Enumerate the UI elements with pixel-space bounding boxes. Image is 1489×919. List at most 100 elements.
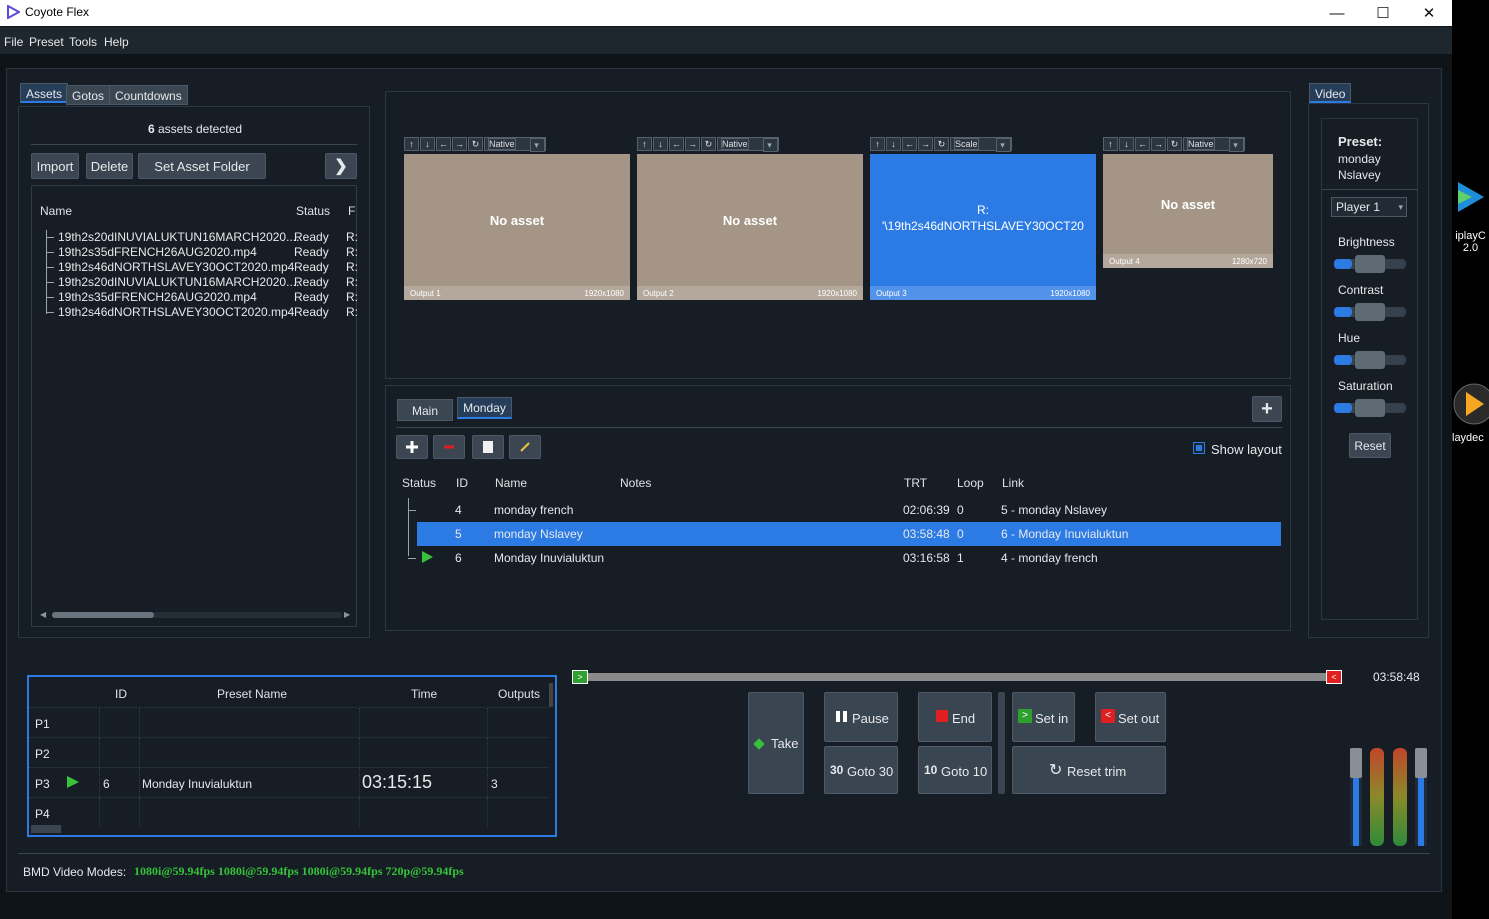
- output-4-mode-select[interactable]: Native ▾: [1183, 137, 1245, 152]
- preset-row[interactable]: P3 6 Monday Inuvialuktun 03:15:15 3: [29, 767, 549, 798]
- output-3-preview[interactable]: R: '\19th2s46dNORTHSLAVEY30OCT20 Output 3…: [870, 154, 1096, 300]
- output-tool-icon[interactable]: ↻: [1167, 137, 1182, 151]
- col-f[interactable]: F: [348, 204, 355, 218]
- col-loop[interactable]: Loop: [957, 476, 984, 490]
- menu-file[interactable]: File: [4, 35, 23, 49]
- edit-item-icon[interactable]: [509, 435, 541, 459]
- col-trt[interactable]: TRT: [904, 476, 927, 490]
- pause-button[interactable]: Pause: [824, 692, 898, 742]
- output-tool-icon[interactable]: ←: [669, 137, 684, 151]
- playlist-row[interactable]: 4 monday french 02:06:39 0 5 - monday Nslave…: [398, 498, 1281, 522]
- col-outputs[interactable]: Outputs: [498, 687, 540, 701]
- output-1-mode-select[interactable]: Native ▾: [484, 137, 546, 152]
- output-tool-icon[interactable]: ←: [902, 137, 917, 151]
- col-status[interactable]: Status: [402, 476, 436, 490]
- show-layout-checkbox[interactable]: [1193, 442, 1205, 454]
- col-link[interactable]: Link: [1002, 476, 1024, 490]
- volume-fader-right[interactable]: [1415, 748, 1427, 846]
- slider-brightness[interactable]: [1334, 255, 1406, 273]
- copy-item-icon[interactable]: [472, 435, 504, 459]
- goto-10-button[interactable]: 10 Goto 10: [918, 746, 992, 794]
- tab-gotos[interactable]: Gotos: [66, 85, 111, 105]
- col-status[interactable]: Status: [296, 204, 330, 218]
- add-item-icon[interactable]: [396, 435, 428, 459]
- output-2-preview[interactable]: No asset Output 2 1920x1080: [637, 154, 863, 300]
- playlist-row[interactable]: 5 monday Nslavey 03:58:48 0 6 - Monday Inuvi…: [417, 522, 1281, 546]
- horizontal-scrollbar[interactable]: ◀ ▶: [40, 610, 352, 620]
- output-tool-icon[interactable]: ↓: [886, 137, 901, 151]
- desktop-app-icon[interactable]: [1454, 180, 1488, 214]
- output-tool-icon[interactable]: ↑: [1103, 137, 1118, 151]
- menu-preset[interactable]: Preset: [29, 35, 64, 49]
- player-select[interactable]: Player 1 ▾: [1331, 197, 1407, 217]
- col-notes[interactable]: Notes: [620, 476, 651, 490]
- scrollbar[interactable]: [549, 683, 553, 707]
- output-tool-icon[interactable]: ←: [1135, 137, 1150, 151]
- fader-knob[interactable]: [1350, 748, 1362, 778]
- col-name[interactable]: Name: [40, 204, 72, 218]
- take-button[interactable]: Take: [748, 692, 804, 794]
- next-arrow-icon[interactable]: ❯: [325, 153, 357, 179]
- col-preset-id[interactable]: ID: [115, 687, 127, 701]
- add-playlist-icon[interactable]: +: [1252, 396, 1282, 422]
- output-tool-icon[interactable]: →: [918, 137, 933, 151]
- slider-knob[interactable]: [1355, 351, 1385, 369]
- output-3-mode-select[interactable]: Scale ▾: [950, 137, 1012, 152]
- playdeck-icon[interactable]: [1452, 380, 1489, 426]
- asset-row[interactable]: 19th2s20dINUVIALUKTUN16MARCH2020.... Read…: [32, 230, 358, 245]
- slider-knob[interactable]: [1355, 255, 1385, 273]
- tab-video[interactable]: Video: [1309, 83, 1351, 103]
- asset-row[interactable]: 19th2s35dFRENCH26AUG2020.mp4 Ready R:: [32, 245, 358, 260]
- col-preset-name[interactable]: Preset Name: [217, 687, 287, 701]
- output-tool-icon[interactable]: ↓: [653, 137, 668, 151]
- output-tool-icon[interactable]: ↻: [701, 137, 716, 151]
- fader-knob[interactable]: [1415, 748, 1427, 778]
- out-marker-icon[interactable]: <: [1326, 670, 1342, 684]
- delete-button[interactable]: Delete: [86, 153, 133, 179]
- output-tool-icon[interactable]: ↓: [420, 137, 435, 151]
- import-button[interactable]: Import: [31, 153, 79, 179]
- output-tool-icon[interactable]: →: [685, 137, 700, 151]
- playlist-row[interactable]: 6 Monday Inuvialuktun 03:16:58 1 4 - monday …: [398, 546, 1281, 570]
- output-tool-icon[interactable]: ↻: [468, 137, 483, 151]
- asset-row[interactable]: 19th2s20dINUVIALUKTUN16MARCH2020.... Read…: [32, 275, 358, 290]
- maximize-button[interactable]: ☐: [1360, 0, 1406, 26]
- output-tool-icon[interactable]: ↑: [404, 137, 419, 151]
- output-tool-icon[interactable]: ↓: [1119, 137, 1134, 151]
- timeline-scrubber[interactable]: > <: [572, 670, 1342, 684]
- output-tool-icon[interactable]: →: [1151, 137, 1166, 151]
- output-1-preview[interactable]: No asset Output 1 1920x1080: [404, 154, 630, 300]
- tab-assets[interactable]: Assets: [20, 83, 69, 103]
- remove-item-icon[interactable]: [433, 435, 465, 459]
- preset-row[interactable]: P1: [29, 707, 549, 738]
- asset-row[interactable]: 19th2s35dFRENCH26AUG2020.mp4 Ready R:: [32, 290, 358, 305]
- goto-30-button[interactable]: 30 Goto 30: [824, 746, 898, 794]
- minimize-button[interactable]: —: [1314, 0, 1360, 26]
- output-tool-icon[interactable]: ↑: [870, 137, 885, 151]
- end-button[interactable]: End: [918, 692, 992, 742]
- output-tool-icon[interactable]: ↻: [934, 137, 949, 151]
- in-marker-icon[interactable]: >: [572, 670, 588, 684]
- tab-monday[interactable]: Monday: [457, 397, 512, 419]
- menu-tools[interactable]: Tools: [69, 35, 97, 49]
- preset-row[interactable]: P2: [29, 737, 549, 768]
- output-tool-icon[interactable]: ↑: [637, 137, 652, 151]
- col-time[interactable]: Time: [411, 687, 437, 701]
- reset-trim-button[interactable]: ↻ Reset trim: [1012, 746, 1166, 794]
- set-out-button[interactable]: < Set out: [1095, 692, 1166, 742]
- set-in-button[interactable]: > Set in: [1012, 692, 1075, 742]
- slider-hue[interactable]: [1334, 351, 1406, 369]
- preset-row[interactable]: P4: [29, 797, 549, 828]
- col-name[interactable]: Name: [495, 476, 527, 490]
- output-tool-icon[interactable]: ←: [436, 137, 451, 151]
- asset-row[interactable]: 19th2s46dNORTHSLAVEY30OCT2020.mp4 Ready R:: [32, 260, 358, 275]
- output-2-mode-select[interactable]: Native ▾: [717, 137, 779, 152]
- tab-countdowns[interactable]: Countdowns: [109, 85, 188, 105]
- col-id[interactable]: ID: [456, 476, 468, 490]
- tab-main[interactable]: Main: [397, 399, 453, 421]
- slider-knob[interactable]: [1355, 303, 1385, 321]
- slider-knob[interactable]: [1355, 399, 1385, 417]
- menu-help[interactable]: Help: [104, 35, 129, 49]
- volume-fader-left[interactable]: [1350, 748, 1362, 846]
- slider-contrast[interactable]: [1334, 303, 1406, 321]
